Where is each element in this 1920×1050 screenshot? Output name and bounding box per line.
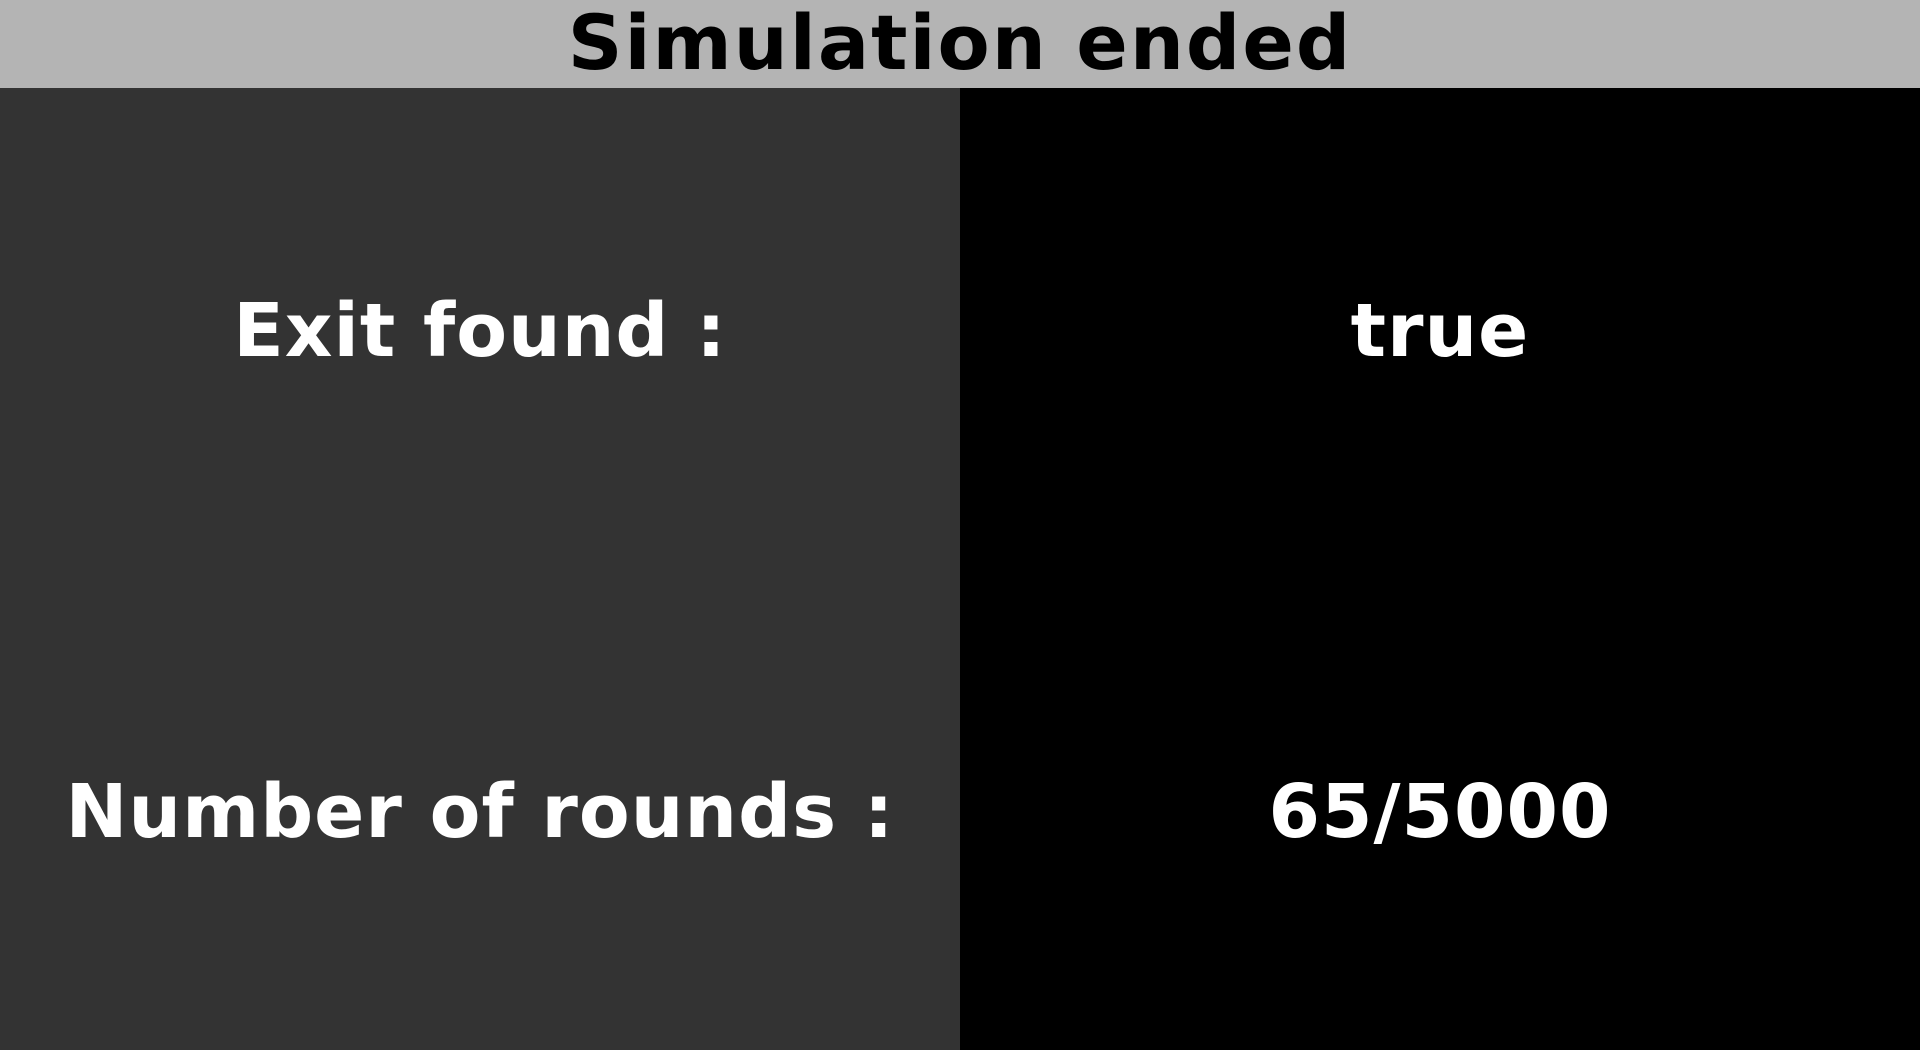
rounds-value: 65/5000	[1268, 769, 1612, 855]
exit-found-label: Exit found :	[233, 288, 727, 374]
labels-column: Exit found : Number of rounds :	[0, 88, 960, 1050]
exit-found-value: true	[1350, 288, 1530, 374]
rounds-label: Number of rounds :	[65, 769, 895, 855]
values-column: true 65/5000	[960, 88, 1920, 1050]
title-bar: Simulation ended	[0, 0, 1920, 88]
results-panel: Exit found : Number of rounds : true 65/…	[0, 88, 1920, 1050]
page-title: Simulation ended	[567, 0, 1353, 87]
